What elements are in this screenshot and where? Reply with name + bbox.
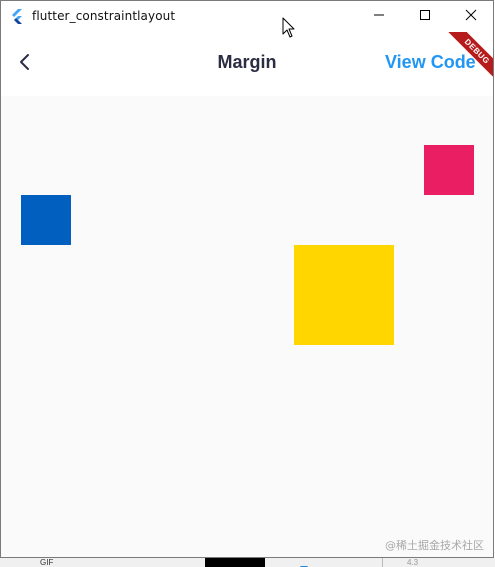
- app-bar: Margin View Code: [1, 32, 493, 96]
- constraint-layout-canvas: [1, 96, 493, 557]
- window-titlebar[interactable]: flutter_constraintlayout: [1, 1, 493, 32]
- taskbar-strip: GIF 4.3: [0, 558, 495, 567]
- minimize-icon: [373, 8, 385, 26]
- maximize-icon: [419, 8, 431, 26]
- maximize-button[interactable]: [402, 1, 448, 32]
- blue-box: [21, 195, 71, 245]
- pink-box: [424, 145, 474, 195]
- taskbar-gif-label: GIF: [40, 558, 54, 567]
- debug-banner: DEBUG: [437, 32, 493, 88]
- taskbar-black-segment: [205, 558, 265, 567]
- mouse-cursor-icon: [282, 17, 296, 39]
- flutter-logo-icon: [9, 8, 25, 24]
- dropdown-arrow-icon: [300, 559, 308, 567]
- watermark: @稀土掘金技术社区: [385, 539, 484, 552]
- window-title: flutter_constraintlayout: [32, 9, 176, 23]
- taskbar-field: 4.3: [382, 558, 472, 567]
- app-window: flutter_constraintlayout Margin View Cod…: [0, 0, 494, 558]
- close-icon: [465, 8, 477, 26]
- minimize-button[interactable]: [356, 1, 402, 32]
- close-button[interactable]: [448, 1, 493, 32]
- yellow-box: [294, 245, 394, 345]
- debug-banner-label: DEBUG: [444, 32, 493, 85]
